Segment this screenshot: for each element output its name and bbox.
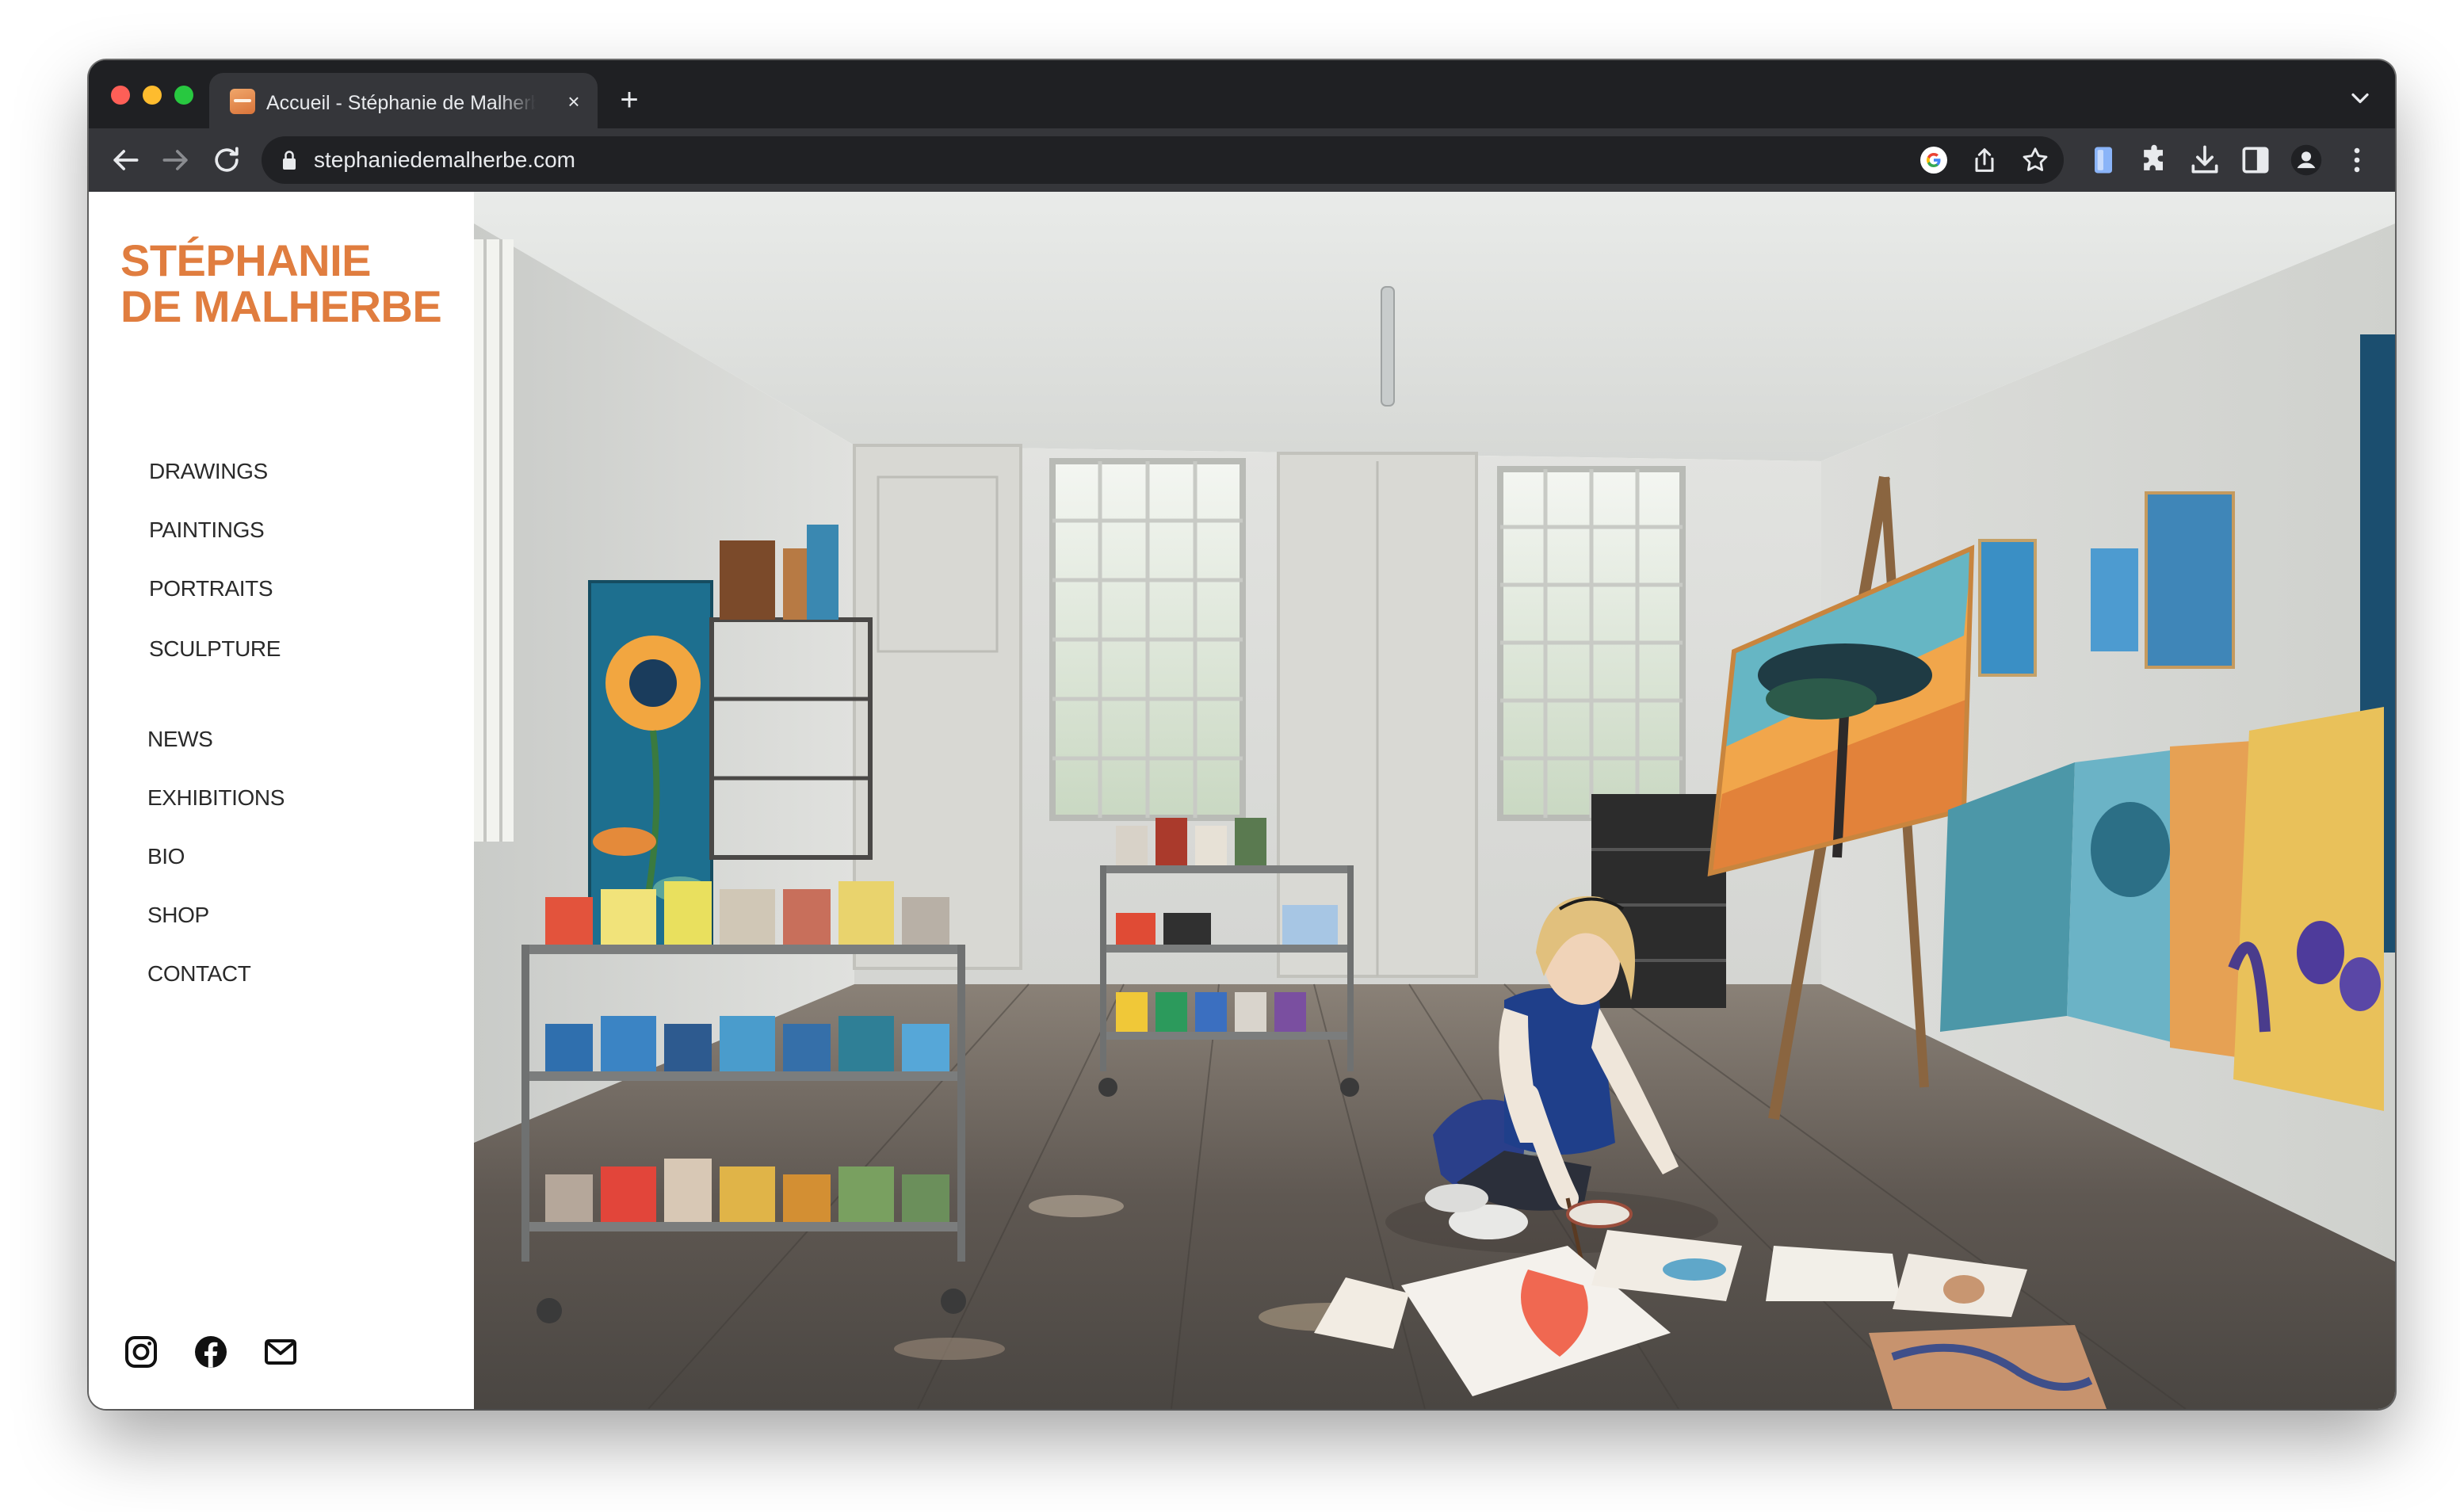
back-arrow-icon[interactable] [108, 143, 143, 178]
maximize-window-button[interactable] [174, 86, 193, 105]
more-menu-icon[interactable] [2340, 143, 2374, 178]
google-lens-icon[interactable] [1918, 144, 1950, 176]
web-page: STÉPHANIE DE MALHERBE DRAWINGS PAINTINGS… [89, 192, 2395, 1409]
address-bar[interactable]: stephaniedemalherbe.com [262, 136, 2064, 184]
tab-close-button[interactable]: × [561, 89, 586, 114]
logo-line-1: STÉPHANIE [120, 235, 372, 285]
studio-photo-illustration [474, 192, 2395, 1409]
facebook-icon[interactable] [192, 1333, 230, 1371]
site-logo[interactable]: STÉPHANIE DE MALHERBE [120, 238, 461, 330]
mail-icon[interactable] [262, 1333, 300, 1371]
nav-portraits[interactable]: PORTRAITS [149, 575, 273, 602]
nav-bio[interactable]: BIO [147, 843, 185, 870]
bookmark-star-icon[interactable] [2019, 144, 2051, 176]
forward-arrow-icon[interactable] [159, 143, 193, 178]
active-tab[interactable]: Accueil - Stéphanie de Malherbe × [209, 73, 598, 128]
site-favicon-icon [230, 89, 255, 114]
profile-avatar-icon[interactable] [2289, 143, 2324, 178]
nav-exhibitions[interactable]: EXHIBITIONS [147, 785, 285, 811]
new-tab-button[interactable]: + [613, 84, 645, 116]
window-right [1497, 466, 1686, 821]
site-sidebar: STÉPHANIE DE MALHERBE DRAWINGS PAINTINGS… [89, 192, 474, 1409]
logo-line-2: DE MALHERBE [120, 281, 442, 331]
tab-strip: Accueil - Stéphanie de Malherbe × + [89, 60, 2395, 128]
extension-docs-icon[interactable] [2086, 143, 2121, 178]
window-left [1049, 458, 1246, 821]
browser-window: Accueil - Stéphanie de Malherbe × + step… [89, 60, 2395, 1409]
hero-studio-photo [474, 192, 2395, 1409]
nav-sculpture[interactable]: SCULPTURE [149, 636, 281, 662]
nav-drawings[interactable]: DRAWINGS [149, 458, 268, 485]
tab-title: Accueil - Stéphanie de Malherbe [266, 92, 536, 114]
reload-icon[interactable] [209, 143, 244, 178]
extensions-puzzle-icon[interactable] [2137, 143, 2172, 178]
download-icon[interactable] [2187, 143, 2222, 178]
side-panel-icon[interactable] [2238, 143, 2273, 178]
lock-icon[interactable] [281, 149, 298, 171]
share-icon[interactable] [1969, 144, 2000, 176]
nav-paintings[interactable]: PAINTINGS [149, 517, 265, 544]
nav-news[interactable]: NEWS [147, 726, 213, 753]
url-text[interactable]: stephaniedemalherbe.com [314, 147, 575, 173]
nav-shop[interactable]: SHOP [147, 902, 209, 929]
minimize-window-button[interactable] [143, 86, 162, 105]
nav-contact[interactable]: CONTACT [147, 960, 251, 987]
instagram-icon[interactable] [122, 1333, 160, 1371]
browser-toolbar: stephaniedemalherbe.com [89, 128, 2395, 192]
tab-search-chevron-icon[interactable] [2346, 84, 2374, 113]
close-window-button[interactable] [111, 86, 130, 105]
